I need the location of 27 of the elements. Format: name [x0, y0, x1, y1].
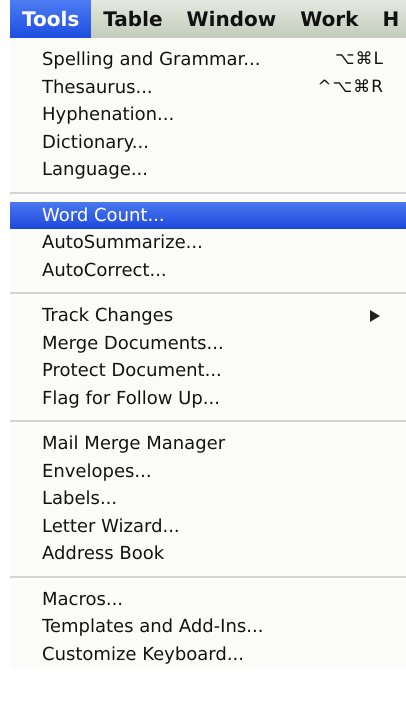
- menu-bar-item[interactable]: Tools: [10, 0, 92, 38]
- menu-item[interactable]: Word Count...: [10, 202, 406, 229]
- shortcut-label: ^⌥⌘R: [317, 76, 384, 98]
- menu-item[interactable]: Envelopes...: [10, 458, 406, 485]
- menu-bar-item[interactable]: Work: [288, 0, 370, 38]
- menu-item[interactable]: AutoCorrect...: [10, 256, 406, 284]
- menu-item[interactable]: Flag for Follow Up...: [10, 384, 406, 412]
- menu-item[interactable]: Merge Documents...: [10, 330, 406, 357]
- menu-item[interactable]: Protect Document...: [10, 357, 406, 384]
- menu-item[interactable]: Dictionary...: [10, 128, 406, 156]
- menu-item[interactable]: Mail Merge Manager: [10, 430, 406, 458]
- menu-item[interactable]: Address Book: [10, 540, 406, 568]
- menu-item[interactable]: AutoSummarize...: [10, 229, 406, 256]
- menu-item[interactable]: Templates and Add-Ins...: [10, 613, 406, 640]
- menu-item[interactable]: Labels...: [10, 485, 406, 512]
- menu-bar-item[interactable]: Table: [91, 0, 175, 38]
- menu-item[interactable]: Spelling and Grammar... ⌥⌘L: [10, 46, 406, 74]
- menu-item[interactable]: Letter Wizard...: [10, 512, 406, 540]
- menu-item[interactable]: Customize Keyboard...: [10, 640, 406, 668]
- menu-item[interactable]: Thesaurus... ^⌥⌘R: [10, 74, 406, 101]
- menu-bar-item[interactable]: H: [370, 0, 406, 38]
- menu-item[interactable]: Track Changes: [10, 302, 406, 330]
- menu-bar-item[interactable]: Window: [174, 0, 288, 38]
- menu-item[interactable]: Hyphenation...: [10, 101, 406, 128]
- menu-item[interactable]: Language...: [10, 156, 406, 184]
- shortcut-label: ⌥⌘L: [334, 48, 384, 71]
- menu-item[interactable]: Macros...: [10, 586, 406, 613]
